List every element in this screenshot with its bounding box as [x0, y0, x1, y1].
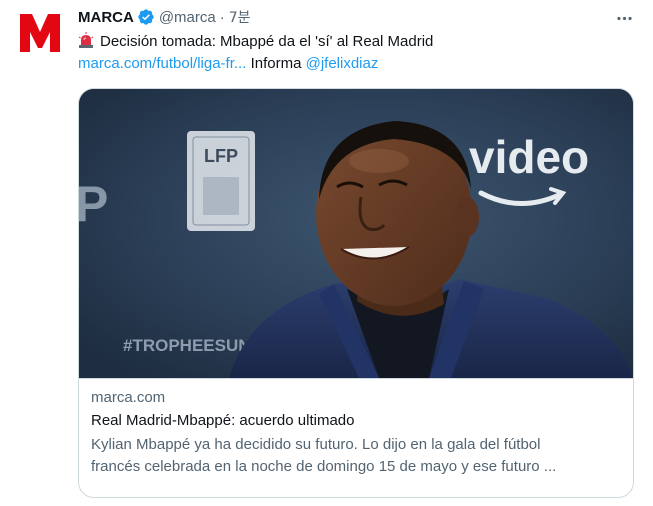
tweet-header: MARCA @marca · 7분 [78, 6, 251, 28]
tweet-text-line-1: Decisión tomada: Mbappé da el 'sí' al Re… [78, 31, 638, 53]
tweet-text: Decisión tomada: Mbappé da el 'sí' al Re… [78, 31, 638, 75]
card-description-line-2: francés celebrada en la noche de domingo… [91, 458, 557, 475]
lfp-text: LFP [204, 146, 238, 166]
tweet[interactable]: MARCA @marca · 7분 Decisión tomada: Mbapp… [0, 0, 653, 506]
card-description-line-1: Kylian Mbappé ya ha decidido su futuro. … [91, 436, 541, 453]
tweet-text-main: Decisión tomada: Mbappé da el 'sí' al Re… [100, 33, 434, 50]
separator-dot: · [219, 8, 225, 26]
card-description: Kylian Mbappé ya ha decidido su futuro. … [91, 434, 621, 478]
link-preview-card[interactable]: P LFP video #TROPHEESUNFP [78, 88, 634, 498]
author-name[interactable]: MARCA [78, 9, 134, 26]
mbappe-photo: P LFP video #TROPHEESUNFP [79, 89, 633, 378]
article-link[interactable]: marca.com/futbol/liga-fr... [78, 55, 246, 72]
tweet-timestamp[interactable]: 7분 [229, 7, 251, 27]
card-title: Real Madrid-Mbappé: acuerdo ultimado [91, 412, 355, 429]
mention-link[interactable]: @jfelixdiaz [306, 55, 379, 72]
card-body[interactable]: marca.com Real Madrid-Mbappé: acuerdo ul… [79, 378, 633, 497]
card-image[interactable]: P LFP video #TROPHEESUNFP [79, 89, 633, 378]
bg-letter-p: P [79, 176, 108, 232]
siren-icon [78, 32, 94, 48]
card-domain: marca.com [91, 389, 166, 406]
lfp-logo: LFP [187, 131, 255, 231]
author-handle[interactable]: @marca [159, 9, 216, 26]
video-text: video [469, 131, 589, 183]
verified-badge-icon [137, 8, 155, 26]
more-options-button[interactable] [612, 6, 636, 30]
informa-text: Informa [246, 55, 306, 72]
avatar[interactable] [16, 8, 64, 56]
marca-logo-icon [20, 14, 60, 52]
tweet-text-line-2: marca.com/futbol/liga-fr... Informa @jfe… [78, 53, 638, 75]
more-options-icon [616, 16, 632, 20]
